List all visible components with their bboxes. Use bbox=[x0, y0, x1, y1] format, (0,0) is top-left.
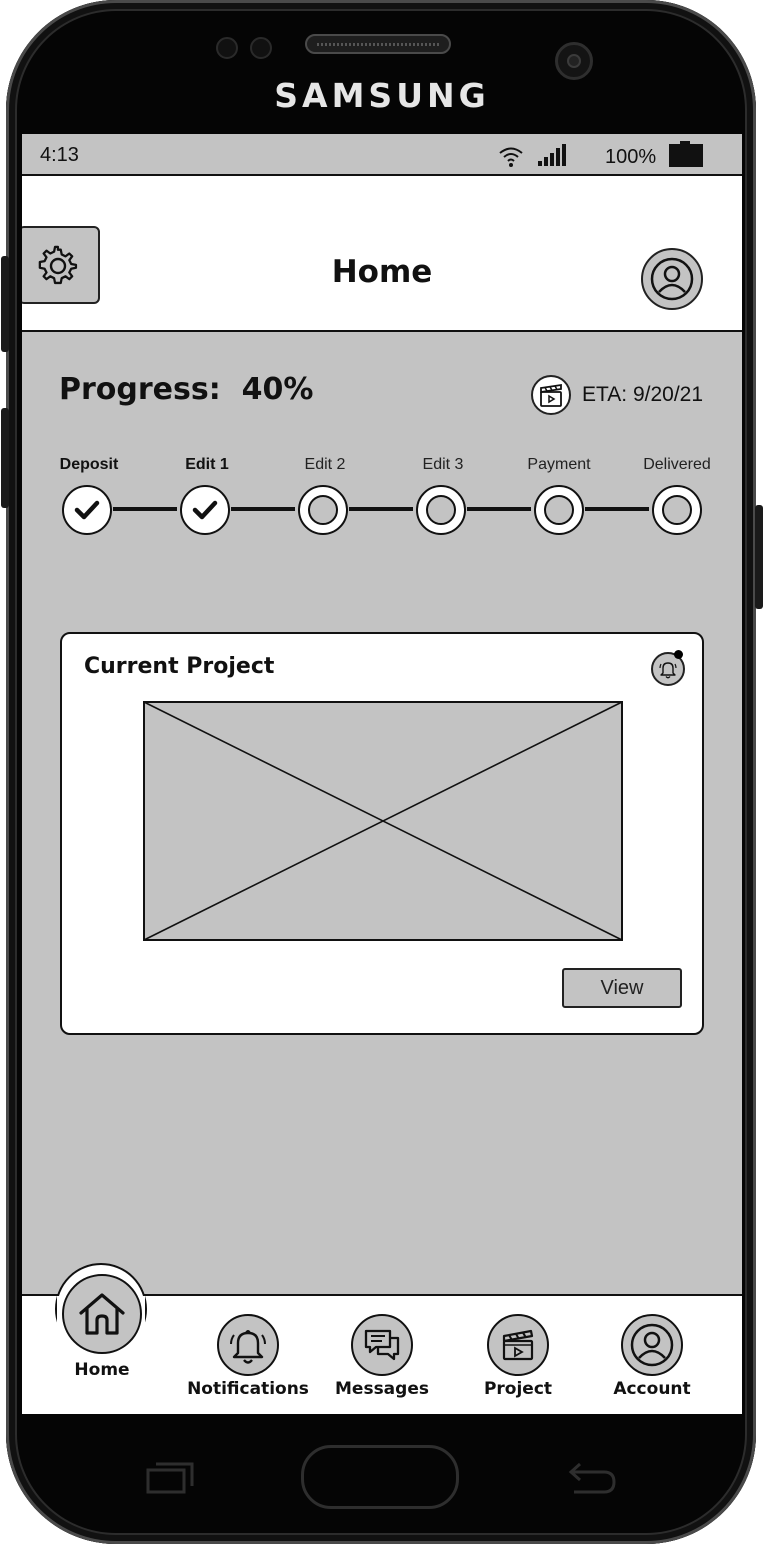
battery-icon bbox=[669, 141, 703, 167]
hardware-home-button bbox=[301, 1445, 459, 1509]
profile-button[interactable] bbox=[641, 248, 703, 310]
stage-deposit-complete[interactable] bbox=[62, 485, 112, 535]
signal-icon bbox=[538, 144, 566, 166]
stage-connector bbox=[349, 507, 413, 511]
wifi-icon bbox=[499, 147, 523, 167]
pending-dot bbox=[544, 495, 574, 525]
checkmark-icon bbox=[74, 500, 100, 520]
battery-percent: 100% bbox=[605, 146, 657, 168]
stage-edit-1-complete[interactable] bbox=[180, 485, 230, 535]
user-icon bbox=[650, 257, 694, 301]
pending-dot bbox=[308, 495, 338, 525]
earpiece-speaker bbox=[305, 34, 451, 54]
stage-delivered-pending[interactable] bbox=[652, 485, 702, 535]
pending-dot bbox=[426, 495, 456, 525]
bell-icon bbox=[659, 662, 677, 679]
eta-date: ETA: 9/20/21 bbox=[582, 383, 704, 406]
card-title: Current Project bbox=[84, 654, 275, 679]
recent-apps-button bbox=[146, 1462, 194, 1494]
bell-icon bbox=[230, 1330, 266, 1364]
stage-label-payment: Payment bbox=[527, 456, 591, 473]
pending-dot bbox=[662, 495, 692, 525]
stage-label-edit-2: Edit 2 bbox=[304, 456, 346, 473]
nav-messages-button[interactable] bbox=[351, 1314, 413, 1376]
nav-notifications-button[interactable] bbox=[217, 1314, 279, 1376]
screen: 4:13 100% Home Progress: 40% ETA: 9/20/2… bbox=[22, 134, 742, 1414]
stage-label-delivered: Delivered bbox=[643, 456, 711, 473]
view-button[interactable]: View bbox=[562, 968, 682, 1008]
stage-edit-3-pending[interactable] bbox=[416, 485, 466, 535]
image-placeholder bbox=[143, 701, 623, 941]
stage-connector bbox=[585, 507, 649, 511]
stage-connector bbox=[467, 507, 531, 511]
power-button bbox=[755, 505, 763, 609]
nav-project-button[interactable] bbox=[487, 1314, 549, 1376]
progress-label: Progress: 40% bbox=[59, 372, 314, 407]
nav-home-button[interactable] bbox=[62, 1274, 142, 1354]
chat-icon bbox=[364, 1329, 400, 1361]
status-bar: 4:13 100% bbox=[22, 134, 742, 174]
brand-logo: SAMSUNG bbox=[274, 76, 490, 115]
stage-connector bbox=[113, 507, 177, 511]
stage-payment-pending[interactable] bbox=[534, 485, 584, 535]
stage-edit-2-pending[interactable] bbox=[298, 485, 348, 535]
current-project-card: Current Project View bbox=[60, 632, 704, 1035]
nav-account-button[interactable] bbox=[621, 1314, 683, 1376]
app-header: Home bbox=[22, 174, 742, 332]
light-sensor bbox=[250, 37, 272, 59]
eta-badge bbox=[531, 375, 571, 415]
nav-account-label: Account bbox=[613, 1379, 691, 1399]
front-camera bbox=[555, 42, 593, 80]
checkmark-icon bbox=[192, 500, 218, 520]
stage-label-edit-3: Edit 3 bbox=[422, 456, 464, 473]
nav-home-label: Home bbox=[74, 1360, 130, 1380]
volume-down-button bbox=[1, 408, 9, 508]
user-icon bbox=[630, 1323, 674, 1367]
volume-up-button bbox=[1, 256, 9, 352]
proximity-sensor bbox=[216, 37, 238, 59]
home-icon bbox=[79, 1293, 125, 1335]
page-title: Home bbox=[331, 254, 433, 290]
stage-label-edit-1: Edit 1 bbox=[185, 456, 229, 473]
back-button bbox=[568, 1462, 616, 1494]
clapperboard-icon bbox=[540, 383, 562, 407]
notification-dot bbox=[674, 650, 683, 659]
stage-connector bbox=[231, 507, 295, 511]
stage-label-deposit: Deposit bbox=[59, 456, 119, 473]
clapperboard-icon bbox=[502, 1329, 534, 1361]
status-time: 4:13 bbox=[40, 144, 79, 166]
